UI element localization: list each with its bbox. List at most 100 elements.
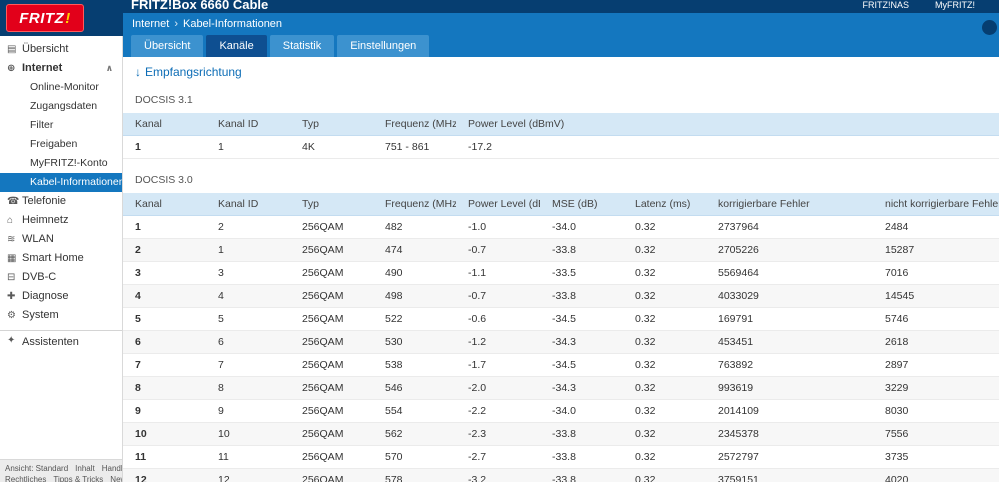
tab-bar: Übersicht Kanäle Statistik Einstellungen — [131, 35, 432, 57]
table-row: 3 3 256QAM 490 -1.1 -33.5 0.32 5569464 7016 — [123, 261, 999, 285]
table-cell: -33.8 — [540, 468, 623, 482]
breadcrumb-internet[interactable]: Internet — [132, 18, 169, 30]
footer-link-newsletter[interactable]: Newsletter — [110, 475, 122, 482]
table-cell: 0.32 — [623, 307, 706, 331]
table-header-row: Kanal Kanal ID Typ Frequenz (MHz) Power Leve… — [123, 113, 999, 136]
table-cell: 4020 — [873, 468, 999, 482]
sidebar-item-label: Smart Home — [22, 252, 84, 264]
table-cell: 169791 — [706, 307, 873, 331]
table-cell: 8 — [123, 376, 206, 400]
table-cell: 7 — [206, 353, 290, 377]
table-cell: 12 — [206, 468, 290, 482]
table-cell: 10 — [123, 422, 206, 446]
sidebar-item-filter[interactable]: Filter — [0, 116, 122, 135]
tab-statistik[interactable]: Statistik — [269, 35, 335, 57]
table-cell: 474 — [373, 238, 456, 262]
table-cell: -2.2 — [456, 399, 540, 423]
sidebar-footer: Ansicht: Standard Inhalt Handbuch Rechtlic… — [0, 459, 122, 482]
sidebar-item-zugangsdaten[interactable]: Zugangsdaten — [0, 97, 122, 116]
column-header-latenz-ms: Latenz (ms) — [623, 193, 706, 216]
table-cell: 993619 — [706, 376, 873, 400]
wifi-icon: ≋ — [7, 234, 16, 245]
empfangsrichtung-toggle[interactable]: ↓ Empfangsrichtung — [135, 65, 999, 79]
sidebar-item-wlan[interactable]: ≋ WLAN — [0, 230, 122, 249]
sidebar-item-system[interactable]: ⚙ System — [0, 306, 122, 325]
sidebar-item-label: MyFRITZ!-Konto — [30, 157, 108, 169]
table-cell: 3229 — [873, 376, 999, 400]
sidebar-item-kabel-informationen[interactable]: Kabel-Informationen — [0, 173, 122, 192]
table-cell: 0.32 — [623, 330, 706, 354]
top-link-myfritz[interactable]: MyFRITZ! — [935, 0, 975, 10]
footer-link-rechtliches[interactable]: Rechtliches — [5, 475, 46, 482]
footer-link-ansicht-standard[interactable]: Ansicht: Standard — [5, 464, 68, 473]
column-header-typ: Typ — [290, 193, 373, 216]
table-cell: 4 — [123, 284, 206, 308]
sidebar-item-smart-home[interactable]: ▦ Smart Home — [0, 249, 122, 268]
table-cell: 5 — [123, 307, 206, 331]
column-header-power-level-dbmv: Power Level (dBmV) — [456, 193, 540, 216]
main-content: ↓ Empfangsrichtung DOCSIS 3.1 Kanal Kanal … — [123, 57, 999, 482]
table-cell: 256QAM — [290, 376, 373, 400]
overview-icon: ▤ — [7, 44, 17, 55]
table-cell: 482 — [373, 215, 456, 239]
logo-text: FRITZ — [19, 9, 65, 27]
tab-einstellungen[interactable]: Einstellungen — [337, 35, 430, 57]
table-cell: 256QAM — [290, 330, 373, 354]
table-header-row: Kanal Kanal ID Typ Frequenz (MHz) Power Leve… — [123, 193, 999, 216]
table-cell: 538 — [373, 353, 456, 377]
table-cell: 2572797 — [706, 445, 873, 469]
top-link-fritz-nas[interactable]: FRITZ!NAS — [863, 0, 910, 10]
logo-block[interactable]: FRITZ! — [0, 0, 123, 36]
table-cell: 9 — [123, 399, 206, 423]
column-header-kanal-id: Kanal ID — [206, 193, 290, 216]
table-cell: 2 — [206, 215, 290, 239]
footer-link-inhalt[interactable]: Inhalt — [75, 464, 95, 473]
table-cell: 530 — [373, 330, 456, 354]
direction-label: Empfangsrichtung — [145, 65, 242, 79]
sidebar-item-assistenten[interactable]: ✦ Assistenten — [0, 330, 122, 354]
table-row: 7 7 256QAM 538 -1.7 -34.5 0.32 763892 2897 — [123, 353, 999, 377]
help-icon[interactable] — [982, 20, 997, 35]
tab-kanaele[interactable]: Kanäle — [206, 35, 267, 57]
table-cell: -1.1 — [456, 261, 540, 285]
footer-link-handbuch[interactable]: Handbuch — [102, 464, 122, 473]
table-cell: 554 — [373, 399, 456, 423]
fritz-logo: FRITZ! — [6, 4, 84, 32]
table-cell: 2345378 — [706, 422, 873, 446]
table-cell: -33.8 — [540, 422, 623, 446]
footer-link-tipps-tricks[interactable]: Tipps & Tricks — [53, 475, 103, 482]
sidebar-item-dvb-c[interactable]: ⊟ DVB-C — [0, 268, 122, 287]
sidebar-item-label: Filter — [30, 119, 54, 131]
sidebar-item-myfritz-konto[interactable]: MyFRITZ!-Konto — [0, 154, 122, 173]
sidebar-item-uebersicht[interactable]: ▤ Übersicht — [0, 40, 122, 59]
sidebar-item-online-monitor[interactable]: Online-Monitor — [0, 78, 122, 97]
table-cell: 1 — [123, 215, 206, 239]
table-cell: 453451 — [706, 330, 873, 354]
breadcrumb-kabel-informationen[interactable]: Kabel-Informationen — [183, 18, 282, 30]
sidebar-item-telefonie[interactable]: ☎ Telefonie — [0, 192, 122, 211]
table-cell: 256QAM — [290, 284, 373, 308]
table-cell: 6 — [123, 330, 206, 354]
table-cell: -34.3 — [540, 376, 623, 400]
footer-line-2: Rechtliches Tipps & Tricks Newsletter — [5, 474, 122, 482]
column-header-frequenz-mhz: Frequenz (MHz) — [373, 193, 456, 216]
table-cell: 6 — [206, 330, 290, 354]
sidebar-item-label: DVB-C — [22, 271, 57, 283]
sidebar-item-label: Diagnose — [22, 290, 69, 302]
column-header-power-level-dbmv: Power Level (dBmV) — [456, 113, 999, 136]
tv-icon: ⊟ — [7, 272, 16, 283]
sidebar-item-internet[interactable]: ⊕ Internet ∧ — [0, 59, 122, 78]
table-cell: 490 — [373, 261, 456, 285]
sidebar-item-freigaben[interactable]: Freigaben — [0, 135, 122, 154]
table-cell: -33.8 — [540, 238, 623, 262]
tab-uebersicht[interactable]: Übersicht — [131, 35, 204, 57]
table-cell: 0.32 — [623, 215, 706, 239]
table-cell: 7 — [123, 353, 206, 377]
table-cell: -34.0 — [540, 215, 623, 239]
table-cell: 5746 — [873, 307, 999, 331]
sidebar-item-diagnose[interactable]: ✚ Diagnose — [0, 287, 122, 306]
table-cell: -34.0 — [540, 399, 623, 423]
table-cell: 3759151 — [706, 468, 873, 482]
sidebar-item-heimnetz[interactable]: ⌂ Heimnetz — [0, 211, 122, 230]
table-row: 5 5 256QAM 522 -0.6 -34.5 0.32 169791 5746 — [123, 307, 999, 331]
